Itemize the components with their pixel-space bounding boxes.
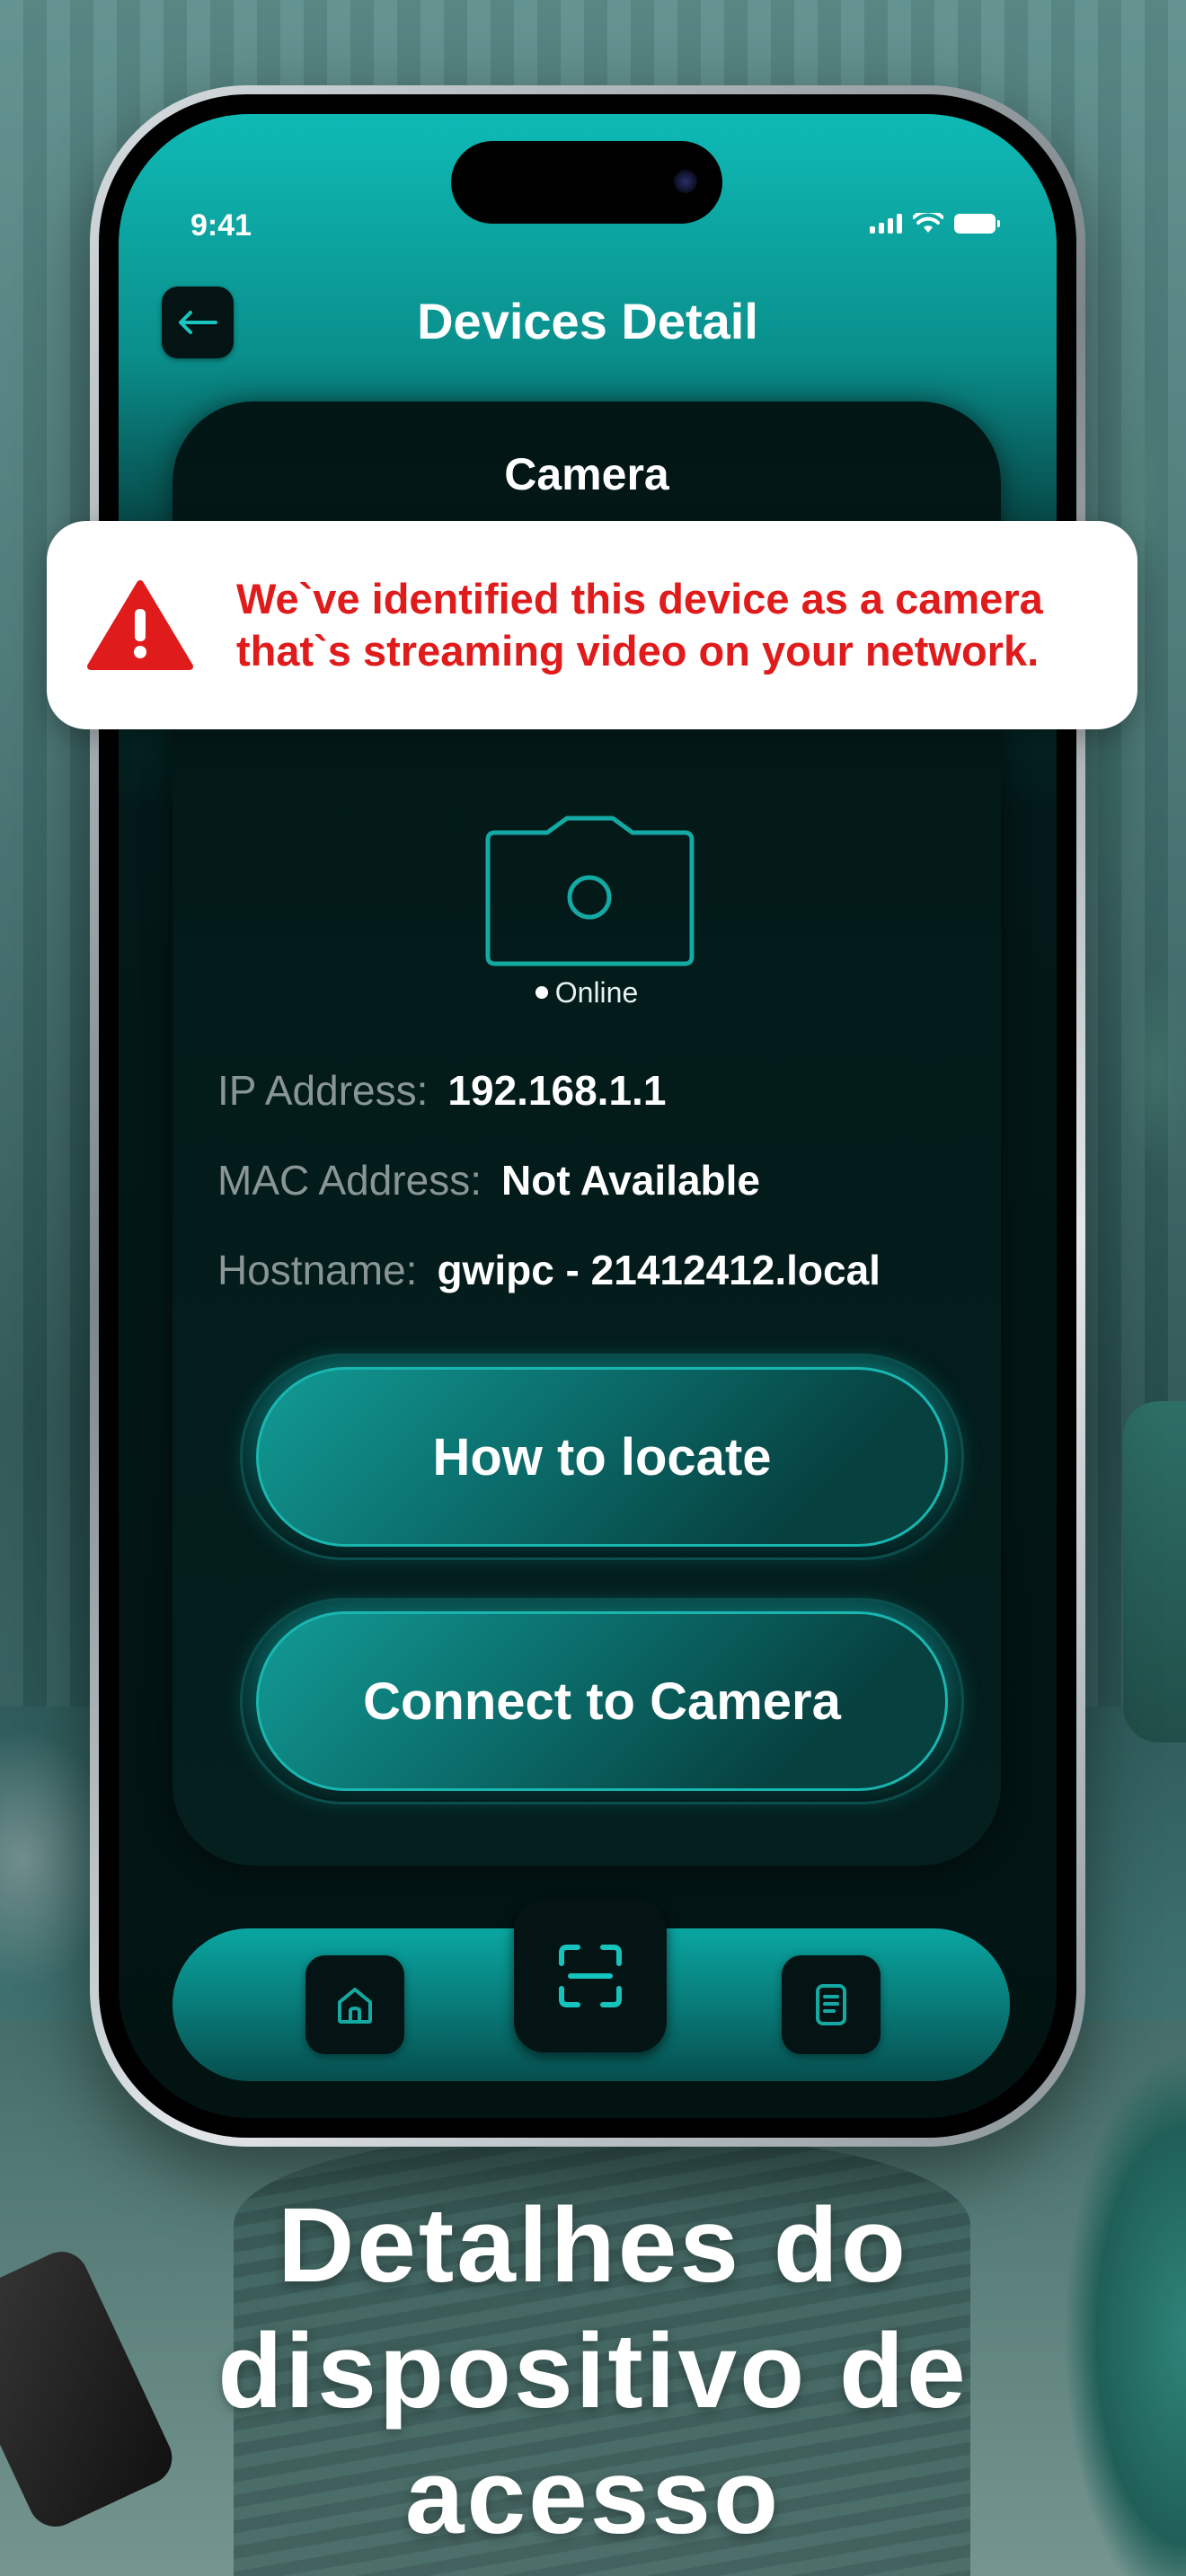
wifi-icon (913, 213, 943, 233)
ip-value: 192.168.1.1 (447, 1067, 667, 1114)
info-row-ip: IP Address: 192.168.1.1 (217, 1066, 666, 1115)
caption-line-3: acesso (404, 2438, 782, 2556)
how-to-locate-label: How to locate (256, 1367, 948, 1547)
front-camera-icon (674, 170, 697, 193)
info-row-mac: MAC Address: Not Available (217, 1156, 760, 1204)
phone-bezel: 9:41 Devices Detail Camera Online IP Add… (99, 94, 1076, 2138)
hostname-value: gwipc - 21412412.local (437, 1247, 881, 1293)
tab-home[interactable] (305, 1955, 404, 2054)
alert-line-2: that`s streaming video on your network. (236, 627, 1040, 675)
camera-alert-banner: We`ve identified this device as a camera… (47, 521, 1137, 729)
device-status: Online (173, 976, 1001, 1010)
promo-caption: Detalhes do dispositivo de acesso (0, 2183, 1186, 2560)
page-title: Devices Detail (417, 293, 758, 349)
alert-line-1: We`ve identified this device as a camera (236, 575, 1043, 622)
device-type-title: Camera (504, 449, 669, 499)
status-text: Online (554, 976, 639, 1009)
cellular-signal-icon (870, 214, 902, 234)
caption-line-2: dispositivo de (217, 2312, 969, 2430)
home-icon (338, 1988, 372, 2024)
warning-icon (87, 580, 193, 670)
connect-camera-button[interactable]: Connect to Camera (240, 1598, 964, 1804)
mac-value: Not Available (501, 1157, 760, 1204)
how-to-locate-button[interactable]: How to locate (240, 1354, 964, 1560)
phone-screen: 9:41 Devices Detail Camera Online IP Add… (119, 114, 1057, 2118)
mac-label: MAC Address: (217, 1157, 482, 1204)
dynamic-island (451, 141, 722, 224)
scan-button[interactable] (514, 1900, 667, 2052)
status-icons (870, 213, 1000, 234)
phone-frame: 9:41 Devices Detail Camera Online IP Add… (90, 85, 1085, 2147)
document-icon (816, 1984, 846, 2025)
hostname-label: Hostname: (217, 1247, 418, 1293)
caption-line-1: Detalhes do (278, 2186, 908, 2305)
status-time: 9:41 (190, 208, 252, 243)
info-row-hostname: Hostname: gwipc - 21412412.local (217, 1246, 881, 1294)
camera-icon (485, 816, 695, 966)
status-dot-icon (535, 985, 548, 999)
alert-message: We`ve identified this device as a camera… (236, 573, 1043, 677)
tab-history[interactable] (782, 1955, 881, 2054)
ip-label: IP Address: (217, 1067, 429, 1114)
scan-icon (559, 1945, 622, 2007)
connect-camera-label: Connect to Camera (256, 1611, 948, 1791)
battery-icon (954, 214, 1000, 234)
background-chair-back (1123, 1401, 1186, 1742)
